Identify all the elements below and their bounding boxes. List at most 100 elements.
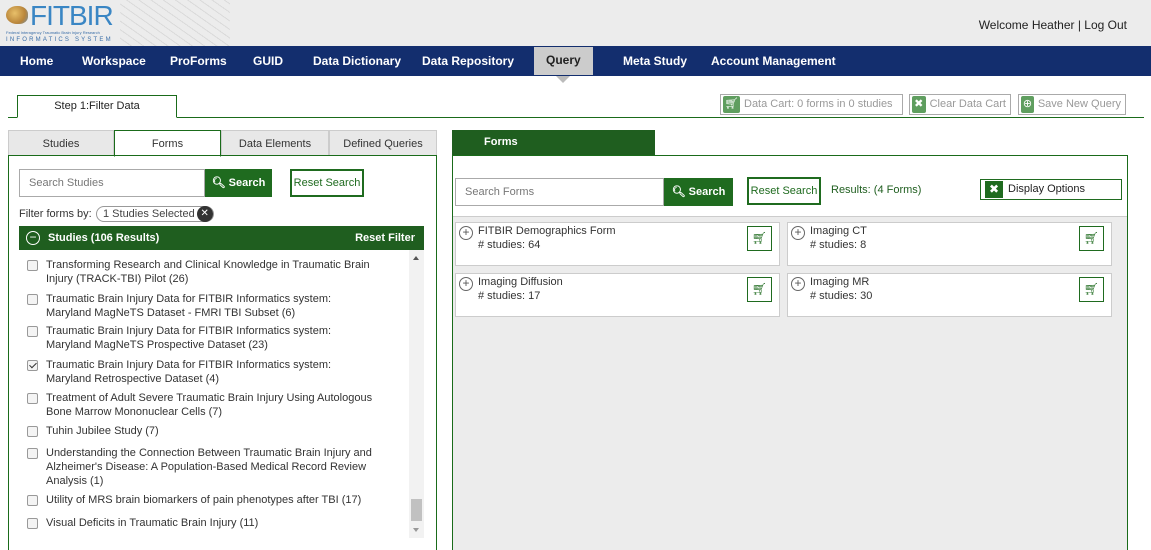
logo-text: FITBIR: [30, 0, 114, 31]
list-item[interactable]: Visual Deficits in Traumatic Brain Injur…: [19, 516, 409, 530]
add-to-cart-icon[interactable]: 🛒︎: [1079, 277, 1104, 302]
save-new-query-button[interactable]: ⊕ Save New Query: [1018, 94, 1126, 115]
studies-selected-chip: 1 Studies Selected ✕: [96, 206, 214, 222]
save-query-label: Save New Query: [1037, 98, 1121, 110]
form-name: Imaging Diffusion: [478, 276, 563, 288]
left-tabs: Studies Forms Data Elements Defined Quer…: [8, 130, 437, 157]
logo-subtitle-2: INFORMATICS SYSTEM: [6, 37, 113, 43]
studies-selected-label: 1 Studies Selected: [103, 208, 195, 220]
study-label: Treatment of Adult Severe Traumatic Brai…: [46, 392, 373, 418]
study-checkbox[interactable]: [27, 518, 38, 529]
study-label: Traumatic Brain Injury Data for FITBIR I…: [46, 325, 332, 351]
form-card[interactable]: + Imaging Diffusion # studies: 17 🛒︎: [455, 273, 780, 317]
remove-filter-close-icon[interactable]: ✕: [196, 206, 213, 222]
clear-cart-icon: ✖: [912, 96, 926, 113]
collapse-minus-icon[interactable]: −: [26, 231, 40, 245]
search-forms-button[interactable]: 🔍︎ Search: [664, 178, 733, 206]
header-decoration: [120, 0, 230, 46]
forms-results-area: [453, 217, 1127, 550]
form-card[interactable]: + FITBIR Demographics Form # studies: 64…: [455, 222, 780, 266]
forms-results-count: Results: (4 Forms): [831, 184, 922, 196]
studies-results-title: Studies (106 Results): [48, 232, 160, 244]
cart-icon: 🛒︎: [723, 96, 740, 113]
list-item[interactable]: Traumatic Brain Injury Data for FITBIR I…: [19, 358, 409, 386]
list-item[interactable]: Understanding the Connection Between Tra…: [19, 446, 409, 488]
form-card[interactable]: + Imaging CT # studies: 8 🛒︎: [787, 222, 1112, 266]
list-item[interactable]: Utility of MRS brain biomarkers of pain …: [19, 493, 409, 507]
expand-plus-icon[interactable]: +: [791, 277, 805, 291]
right-panel-divider: [453, 216, 1127, 217]
clear-data-cart-button[interactable]: ✖ Clear Data Cart: [909, 94, 1011, 115]
expand-plus-icon[interactable]: +: [791, 226, 805, 240]
main-nav: Home Workspace ProForms GUID Data Dictio…: [0, 46, 1151, 76]
nav-query[interactable]: Query: [534, 47, 593, 75]
list-item[interactable]: Transforming Research and Clinical Knowl…: [19, 258, 409, 286]
study-checkbox[interactable]: [27, 260, 38, 271]
study-checkbox[interactable]: [27, 393, 38, 404]
nav-account-management[interactable]: Account Management: [711, 46, 836, 76]
form-name: Imaging MR: [810, 276, 870, 288]
active-nav-caret-icon: [556, 76, 570, 83]
welcome-logout[interactable]: Welcome Heather | Log Out: [979, 18, 1127, 32]
reset-filter-link[interactable]: Reset Filter: [355, 226, 415, 250]
search-forms-label: Search: [688, 186, 726, 198]
expand-plus-icon[interactable]: +: [459, 226, 473, 240]
study-checkbox-checked[interactable]: [27, 360, 38, 371]
studies-results-header: − Studies (106 Results) Reset Filter: [19, 226, 424, 250]
nav-meta-study[interactable]: Meta Study: [623, 46, 687, 76]
form-study-count: # studies: 64: [478, 239, 541, 251]
study-label: Traumatic Brain Injury Data for FITBIR I…: [46, 293, 332, 319]
study-checkbox[interactable]: [27, 495, 38, 506]
scroll-up-icon[interactable]: [413, 256, 419, 260]
study-label: Visual Deficits in Traumatic Brain Injur…: [46, 517, 259, 529]
nav-home[interactable]: Home: [20, 46, 53, 76]
forms-results-tab[interactable]: Forms: [452, 130, 655, 156]
nav-proforms[interactable]: ProForms: [170, 46, 227, 76]
save-query-icon: ⊕: [1021, 96, 1034, 113]
tab-defined-queries[interactable]: Defined Queries: [329, 130, 437, 156]
nav-workspace[interactable]: Workspace: [82, 46, 146, 76]
study-checkbox[interactable]: [27, 426, 38, 437]
add-to-cart-icon[interactable]: 🛒︎: [747, 226, 772, 251]
list-item[interactable]: Traumatic Brain Injury Data for FITBIR I…: [19, 324, 409, 352]
search-forms-input[interactable]: Search Forms: [455, 178, 664, 206]
tab-studies[interactable]: Studies: [8, 130, 114, 156]
study-label: Traumatic Brain Injury Data for FITBIR I…: [46, 359, 332, 385]
studies-list: Transforming Research and Clinical Knowl…: [19, 252, 409, 542]
data-cart-label: Data Cart: 0 forms in 0 studies: [744, 98, 893, 110]
form-study-count: # studies: 8: [810, 239, 867, 251]
add-to-cart-icon[interactable]: 🛒︎: [747, 277, 772, 302]
reset-search-studies-button[interactable]: Reset Search: [290, 169, 364, 197]
filter-forms-label: Filter forms by:: [19, 208, 92, 220]
fitbir-logo[interactable]: FITBIR Federal Interagency Traumatic Bra…: [6, 0, 114, 43]
studies-scrollbar[interactable]: [409, 250, 424, 538]
form-study-count: # studies: 30: [810, 290, 873, 302]
search-studies-input[interactable]: Search Studies: [19, 169, 205, 197]
reset-search-forms-button[interactable]: Reset Search: [747, 177, 821, 205]
nav-guid[interactable]: GUID: [253, 46, 283, 76]
study-label: Transforming Research and Clinical Knowl…: [46, 259, 370, 285]
list-item[interactable]: Traumatic Brain Injury Data for FITBIR I…: [19, 292, 409, 320]
add-to-cart-icon[interactable]: 🛒︎: [1079, 226, 1104, 251]
tab-forms[interactable]: Forms: [114, 130, 221, 157]
list-item[interactable]: Tuhin Jubilee Study (7): [19, 424, 409, 438]
search-studies-label: Search: [228, 177, 266, 189]
nav-data-dictionary[interactable]: Data Dictionary: [313, 46, 401, 76]
scroll-down-icon[interactable]: [413, 528, 419, 532]
list-item[interactable]: Treatment of Adult Severe Traumatic Brai…: [19, 391, 409, 419]
logo-subtitle: Federal Interagency Traumatic Brain Inju…: [6, 30, 100, 35]
search-icon: 🔍︎: [211, 177, 226, 189]
form-card[interactable]: + Imaging MR # studies: 30 🛒︎: [787, 273, 1112, 317]
scroll-thumb[interactable]: [411, 499, 422, 521]
nav-data-repository[interactable]: Data Repository: [422, 46, 514, 76]
step-1-filter-data-tab[interactable]: Step 1:Filter Data: [17, 95, 177, 118]
search-studies-button[interactable]: 🔍︎ Search: [205, 169, 272, 197]
data-cart-button[interactable]: 🛒︎ Data Cart: 0 forms in 0 studies: [720, 94, 903, 115]
study-checkbox[interactable]: [27, 448, 38, 459]
study-label: Tuhin Jubilee Study (7): [46, 425, 159, 437]
tab-data-elements[interactable]: Data Elements: [221, 130, 329, 156]
expand-plus-icon[interactable]: +: [459, 277, 473, 291]
study-checkbox[interactable]: [27, 326, 38, 337]
study-checkbox[interactable]: [27, 294, 38, 305]
display-options-button[interactable]: ✖ Display Options: [980, 179, 1122, 200]
